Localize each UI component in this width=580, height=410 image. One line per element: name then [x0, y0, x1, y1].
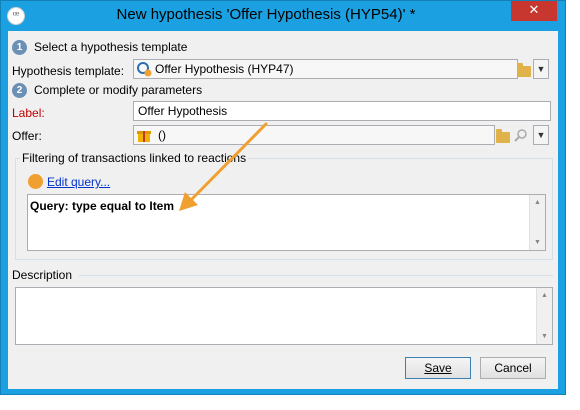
annotation-arrow: [179, 122, 268, 211]
